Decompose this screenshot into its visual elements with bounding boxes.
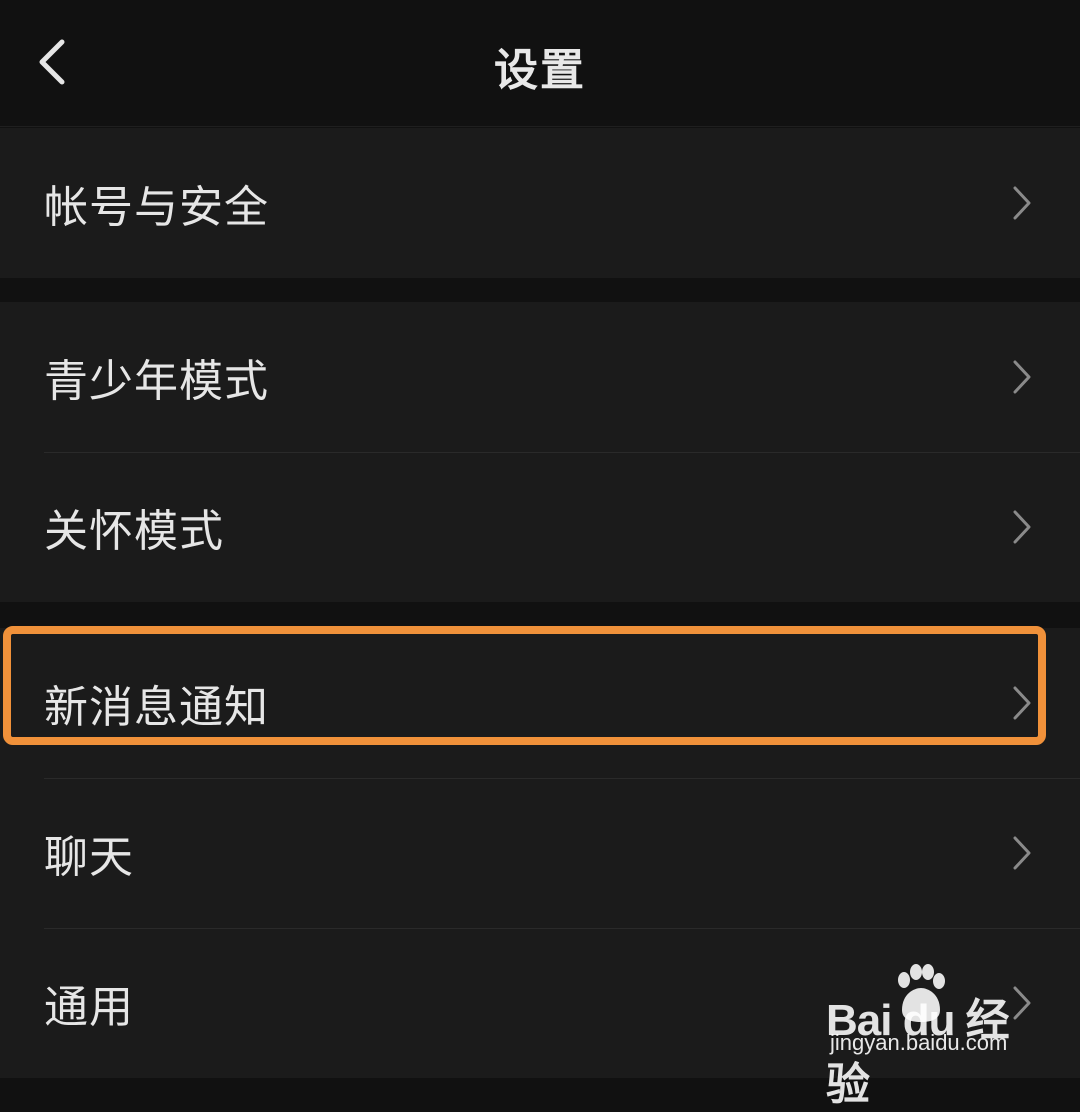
- page-title: 设置: [494, 45, 586, 96]
- settings-item-label: 新消息通知: [44, 682, 269, 733]
- chevron-right-icon: [1012, 185, 1032, 221]
- settings-group-modes: 青少年模式 关怀模式: [0, 302, 1080, 602]
- settings-item-care-mode[interactable]: 关怀模式: [0, 452, 1080, 602]
- chevron-right-icon: [1012, 359, 1032, 395]
- settings-item-label: 通用: [44, 982, 134, 1033]
- chevron-right-icon: [1012, 685, 1032, 721]
- settings-item-new-message-notification[interactable]: 新消息通知: [0, 628, 1080, 778]
- settings-item-label: 帐号与安全: [44, 182, 269, 233]
- settings-item-teen-mode[interactable]: 青少年模式: [0, 302, 1080, 452]
- nav-bar: 设置: [0, 0, 1080, 127]
- chevron-right-icon: [1012, 985, 1032, 1021]
- settings-item-account-security[interactable]: 帐号与安全: [0, 128, 1080, 278]
- settings-item-label: 聊天: [44, 832, 134, 883]
- settings-item-general[interactable]: 通用: [0, 928, 1080, 1078]
- settings-group-account: 帐号与安全: [0, 128, 1080, 278]
- settings-group-general: 新消息通知 聊天 通用: [0, 628, 1080, 1078]
- chevron-right-icon: [1012, 509, 1032, 545]
- settings-item-chat[interactable]: 聊天: [0, 778, 1080, 928]
- chevron-right-icon: [1012, 835, 1032, 871]
- settings-item-label: 青少年模式: [44, 356, 269, 407]
- settings-item-label: 关怀模式: [44, 506, 224, 557]
